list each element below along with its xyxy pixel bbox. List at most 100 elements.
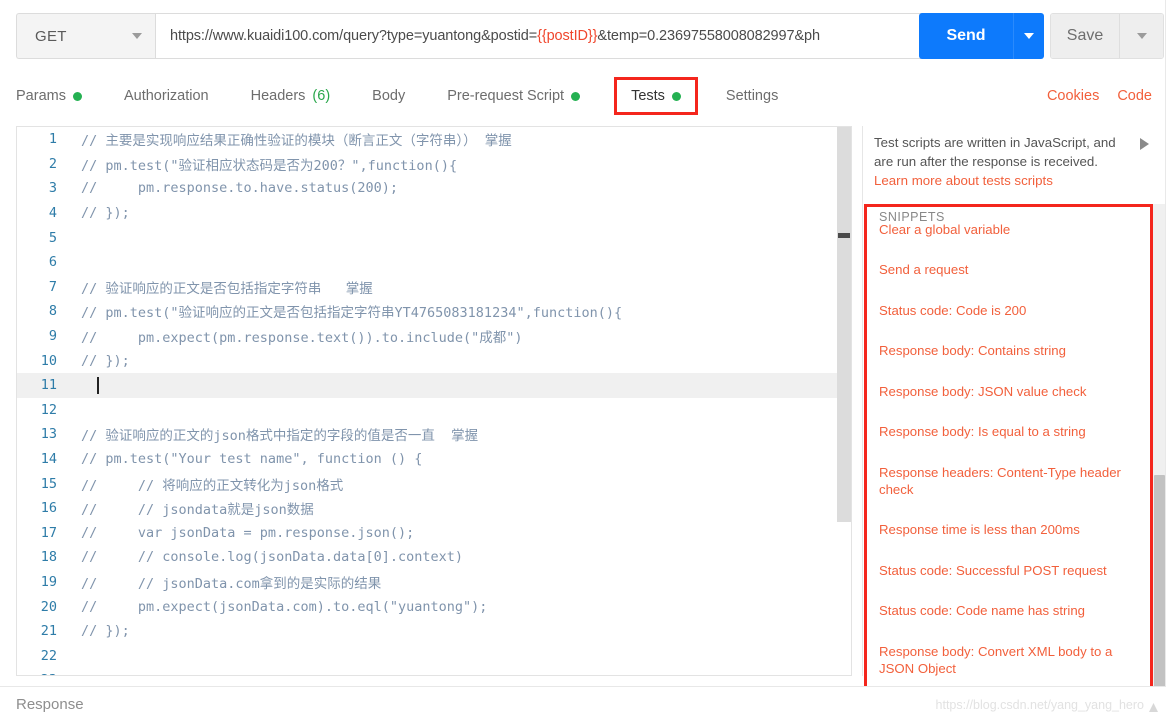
snippet-item[interactable]: Clear a global variable xyxy=(867,221,1150,238)
panel-description: Test scripts are written in JavaScript, … xyxy=(874,135,1116,170)
code-line[interactable]: 4 // }); xyxy=(17,201,851,226)
tests-side-panel: Test scripts are written in JavaScript, … xyxy=(862,126,1166,724)
code-text: // pm.test("验证响应的正文是否包括指定字符串YT4765083181… xyxy=(81,305,623,322)
learn-more-link[interactable]: Learn more about tests scripts xyxy=(874,173,1053,188)
snippet-item[interactable]: Status code: Code is 200 xyxy=(867,302,1150,319)
snippet-item[interactable]: Response body: Contains string xyxy=(867,342,1150,359)
snippet-item[interactable]: Status code: Code name has string xyxy=(867,602,1150,619)
code-line[interactable]: 22 xyxy=(17,643,851,668)
code-line[interactable]: 20 // pm.expect(jsonData.com).to.eql("yua… xyxy=(17,594,851,619)
line-number: 13 xyxy=(40,426,57,443)
tab-settings[interactable]: Settings xyxy=(726,88,778,104)
status-dot-icon xyxy=(571,91,581,101)
save-button[interactable]: Save xyxy=(1051,14,1119,58)
tab-authorization[interactable]: Authorization xyxy=(124,88,209,104)
editor-scrollbar-thumb[interactable] xyxy=(838,233,850,238)
code-line[interactable]: 17 // var jsonData = pm.response.json(); xyxy=(17,521,851,546)
watermark-text: https://blog.csdn.net/yang_yang_hero xyxy=(935,698,1144,712)
code-text: // pm.test("Your test name", function ()… xyxy=(81,451,423,468)
line-number: 9 xyxy=(48,328,57,345)
code-line[interactable]: 12 xyxy=(17,398,851,423)
code-line[interactable]: 11 xyxy=(17,372,851,398)
code-line[interactable]: 21 // }); xyxy=(17,619,851,644)
code-line[interactable]: 19 // // jsonData.com拿到的是实际的结果 xyxy=(17,570,851,595)
save-options-button[interactable] xyxy=(1119,14,1163,58)
code-line[interactable]: 6 xyxy=(17,250,851,275)
code-text: // }); xyxy=(81,205,130,222)
code-text: // // jsonData.com拿到的是实际的结果 xyxy=(81,575,382,592)
snippet-item[interactable]: Response body: Is equal to a string xyxy=(867,423,1150,440)
triangle-right-icon[interactable] xyxy=(1140,138,1149,150)
url-bar: GET https://www.kuaidi100.com/query?type… xyxy=(0,0,1166,71)
tab-tests[interactable]: Tests xyxy=(614,77,698,115)
code-line[interactable]: 9 // pm.expect(pm.response.text()).to.inc… xyxy=(17,324,851,349)
tests-code-editor[interactable]: 1 // 主要是实现响应结果正确性验证的模块（断言正文（字符串）） 掌握 2 // p… xyxy=(16,126,852,676)
send-options-button[interactable] xyxy=(1013,13,1044,59)
http-method-label: GET xyxy=(35,27,67,45)
line-number: 20 xyxy=(40,598,57,615)
code-line[interactable]: 3 // pm.response.to.have.status(200); xyxy=(17,176,851,201)
code-line[interactable]: 23 xyxy=(17,668,851,675)
line-number: 18 xyxy=(40,549,57,566)
code-line[interactable]: 2 // pm.test("验证相应状态码是否为200？",function(){ xyxy=(17,152,851,177)
line-number: 11 xyxy=(40,377,57,394)
snippets-box: SNIPPETS Clear a global variable Send a r… xyxy=(864,204,1153,706)
line-number: 12 xyxy=(40,401,57,418)
code-text: // }); xyxy=(81,352,130,369)
code-line[interactable]: 13 // 验证响应的正文的json格式中指定的字段的值是否一直 掌握 xyxy=(17,422,851,447)
line-number: 23 xyxy=(17,672,65,675)
line-number: 2 xyxy=(48,155,57,172)
send-button-group: Send xyxy=(919,13,1044,59)
code-text: // // 将响应的正文转化为json格式 xyxy=(81,477,344,494)
code-line[interactable]: 7 // 验证响应的正文是否包括指定字符串 掌握 xyxy=(17,275,851,300)
tab-pre-request-script[interactable]: Pre-request Script xyxy=(447,88,581,104)
line-number: 5 xyxy=(48,229,57,246)
code-link[interactable]: Code xyxy=(1117,88,1152,104)
http-method-dropdown[interactable]: GET xyxy=(16,13,155,59)
chevron-down-icon xyxy=(132,33,142,39)
code-line[interactable]: 18 // // console.log(jsonData.data[0].con… xyxy=(17,545,851,570)
tab-tests-label: Tests xyxy=(631,88,665,104)
code-line[interactable]: 16 // // jsondata就是json数据 xyxy=(17,496,851,521)
save-button-group: Save xyxy=(1050,13,1164,59)
code-text: // pm.response.to.have.status(200); xyxy=(81,180,398,197)
tab-headers-count: (6) xyxy=(312,88,331,104)
status-dot-icon xyxy=(671,91,681,101)
line-number: 10 xyxy=(40,352,57,369)
tab-headers[interactable]: Headers (6) xyxy=(251,88,331,104)
code-line[interactable]: 10 // }); xyxy=(17,348,851,373)
code-line[interactable]: 5 xyxy=(17,225,851,250)
status-dot-icon xyxy=(72,91,82,101)
snippet-item[interactable]: Response body: JSON value check xyxy=(867,383,1150,400)
watermark-icon xyxy=(1149,703,1158,712)
code-text: // 验证响应的正文的json格式中指定的字段的值是否一直 掌握 xyxy=(81,428,479,445)
snippet-item[interactable]: Send a request xyxy=(867,261,1150,278)
code-line[interactable]: 8 // pm.test("验证响应的正文是否包括指定字符串YT476508318… xyxy=(17,299,851,324)
code-line[interactable]: 15 // // 将响应的正文转化为json格式 xyxy=(17,471,851,496)
code-line[interactable]: 14 // pm.test("Your test name", function … xyxy=(17,447,851,472)
line-number: 17 xyxy=(40,524,57,541)
url-input[interactable]: https://www.kuaidi100.com/query?type=yua… xyxy=(155,13,932,59)
line-number: 7 xyxy=(48,278,57,295)
response-section: Response https://blog.csdn.net/yang_yang… xyxy=(0,686,1166,724)
tab-body[interactable]: Body xyxy=(372,88,405,104)
snippet-item[interactable]: Status code: Successful POST request xyxy=(867,562,1150,579)
code-text: // }); xyxy=(81,623,130,640)
code-text: // var jsonData = pm.response.json(); xyxy=(81,524,415,541)
code-text: // // jsondata就是json数据 xyxy=(81,502,314,519)
editor-scrollbar-track[interactable] xyxy=(837,127,851,522)
code-text: // 主要是实现响应结果正确性验证的模块（断言正文（字符串）） 掌握 xyxy=(81,133,512,150)
line-number: 22 xyxy=(40,647,57,664)
line-number: 8 xyxy=(48,303,57,320)
snippet-item[interactable]: Response headers: Content-Type header ch… xyxy=(867,464,1150,499)
send-button[interactable]: Send xyxy=(919,13,1013,59)
tab-params[interactable]: Params xyxy=(16,88,82,104)
snippet-item[interactable]: Response time is less than 200ms xyxy=(867,521,1150,538)
code-text: // pm.test("验证相应状态码是否为200？",function(){ xyxy=(81,157,458,174)
code-line[interactable]: 1 // 主要是实现响应结果正确性验证的模块（断言正文（字符串）） 掌握 xyxy=(17,127,851,152)
cookies-link[interactable]: Cookies xyxy=(1047,88,1099,104)
header-links: Cookies Code xyxy=(1047,71,1152,121)
snippet-item[interactable]: Response body: Convert XML body to a JSO… xyxy=(867,643,1150,678)
tab-body-label: Body xyxy=(372,88,406,104)
url-suffix: &temp=0.23697558008082997&ph xyxy=(597,28,820,44)
